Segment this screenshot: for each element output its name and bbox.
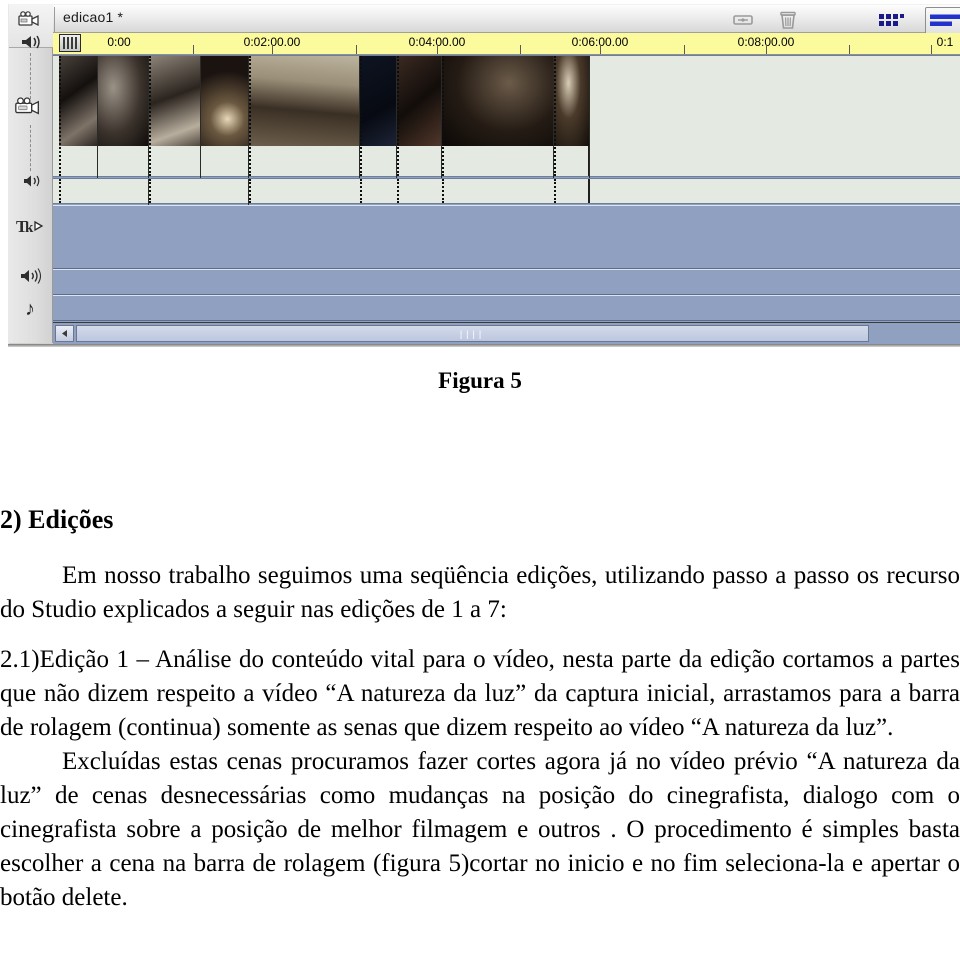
horizontal-scrollbar[interactable]: ||||	[53, 322, 960, 344]
track-icon-rail: T k ♪	[9, 5, 53, 343]
ruler-tick	[766, 45, 767, 54]
timeline-panel: edicao1 * 0:00 0:02:00.00 0:04:00.00 0:0…	[53, 5, 960, 344]
timeline-clip[interactable]	[442, 56, 554, 178]
title-text-track-icon[interactable]: T k	[15, 213, 45, 239]
paragraph-intro: Em nosso trabalho seguimos uma seqüência…	[0, 562, 960, 623]
clip-cut-marker	[249, 179, 251, 203]
clip-cut-marker	[149, 179, 151, 203]
timeline-clip[interactable]	[554, 56, 590, 178]
ruler-label: 0:1	[936, 35, 954, 49]
paragraph-edicao-1: 2.1)Edição 1 – Análise do conteúdo vital…	[0, 646, 960, 741]
document-body: 2) Edições Em nosso trabalho seguimos um…	[0, 505, 960, 915]
scroll-left-arrow-icon[interactable]	[55, 325, 74, 342]
titlebar-divider	[54, 7, 55, 32]
section-heading: 2) Edições	[0, 505, 114, 534]
clip-cut-marker	[442, 179, 444, 203]
paragraph-cortes: Excluídas estas cenas procuramos fazer c…	[0, 748, 960, 911]
timeline-clip[interactable]	[59, 56, 98, 178]
project-title: edicao1 *	[63, 9, 124, 25]
sound-effect-track-row[interactable]	[53, 269, 960, 295]
scrollbar-grip: ||||	[459, 329, 486, 339]
clip-cut-marker	[554, 56, 556, 176]
music-track-row[interactable]	[53, 295, 960, 321]
video-track-icon[interactable]	[13, 93, 43, 119]
clip-cut-marker	[442, 56, 444, 176]
clip-cut-marker	[249, 56, 251, 176]
speaker-audio-icon[interactable]	[16, 29, 46, 55]
window-titlebar: edicao1 *	[53, 5, 960, 33]
trash-delete-icon[interactable]	[776, 9, 800, 30]
title-track-row[interactable]	[53, 205, 960, 269]
timeline-clip[interactable]	[149, 56, 201, 178]
svg-text:♪: ♪	[25, 298, 35, 319]
timeline-clip[interactable]	[98, 56, 149, 178]
ruler-tick	[437, 45, 438, 54]
video-track-content-strip	[53, 56, 590, 178]
clip-cut-marker	[360, 56, 362, 176]
ruler-tick	[356, 45, 357, 54]
playhead-scrubber[interactable]	[59, 34, 81, 52]
rail-connector-line	[30, 125, 31, 171]
audio-clip[interactable]	[98, 179, 149, 205]
music-track-icon[interactable]: ♪	[17, 295, 47, 321]
timeline-clip[interactable]	[360, 56, 397, 178]
sound-effect-track-icon[interactable]	[16, 263, 46, 289]
timeline-clip[interactable]	[397, 56, 442, 178]
clip-cut-marker	[59, 179, 61, 203]
application-window: T k ♪ edicao1 * 0:00 0:02:00.00 0:04:00.…	[8, 4, 960, 344]
ruler-tick	[849, 45, 850, 54]
studio-timeline-screenshot: T k ♪ edicao1 * 0:00 0:02:00.00 0:04:00.…	[0, 0, 960, 350]
svg-text:k: k	[25, 220, 34, 236]
clip-cut-marker	[59, 56, 61, 176]
timeline-clip[interactable]	[201, 56, 249, 178]
ruler-tick	[272, 45, 273, 54]
window-bottom-edge	[8, 344, 960, 347]
timeline-view-icon[interactable]	[925, 7, 960, 33]
clip-cut-marker	[397, 56, 399, 176]
timeline-clip[interactable]	[249, 56, 360, 178]
clip-cut-marker	[397, 179, 399, 203]
original-audio-track-row[interactable]	[53, 178, 960, 205]
time-ruler[interactable]: 0:00 0:02:00.00 0:04:00.00 0:06:00.00 0:…	[53, 33, 960, 55]
audio-track-content-strip	[53, 179, 590, 205]
audio-clip[interactable]	[201, 179, 249, 205]
ruler-tick	[193, 45, 194, 54]
clip-cut-marker	[360, 179, 362, 203]
scrollbar-thumb[interactable]: ||||	[76, 325, 869, 342]
video-track-row[interactable]	[53, 55, 960, 178]
razor-split-icon[interactable]	[731, 9, 755, 30]
ruler-tick	[684, 45, 685, 54]
timeline-tracks: ||||	[53, 55, 960, 344]
clip-cut-marker	[149, 56, 151, 176]
storyboard-view-icon[interactable]	[877, 9, 907, 30]
figure-caption: Figura 5	[438, 368, 522, 393]
ruler-tick	[931, 45, 932, 54]
clip-cut-marker	[554, 179, 556, 203]
ruler-label: 0:00	[107, 35, 131, 49]
ruler-tick	[520, 45, 521, 54]
ruler-tick	[600, 45, 601, 54]
original-audio-track-icon[interactable]	[17, 168, 47, 194]
